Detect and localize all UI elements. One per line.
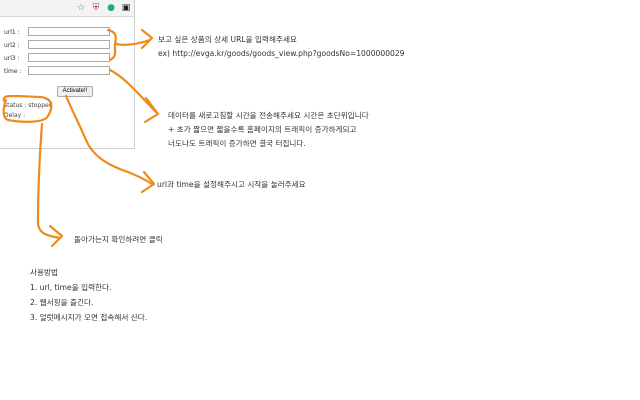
status-instruction: 돌아가는지 확인하려면 클릭	[74, 235, 163, 244]
activate-arrow	[64, 94, 156, 194]
activate-instruction: url과 time을 설정해주시고 시작을 눌러주세요	[157, 180, 306, 189]
usage-title: 사용방법	[30, 268, 58, 277]
time-arrow	[108, 68, 160, 124]
usage-step-2: 2. 웹서핑을 즐긴다.	[30, 298, 94, 307]
url-arrow	[114, 28, 154, 50]
time-warning-2: 너도나도 트래픽이 증가하면 결국 터집니다.	[168, 139, 306, 148]
usage-step-3: 3. 얼럿메시지가 오면 접속해서 산다.	[30, 313, 148, 322]
status-arrow	[36, 122, 64, 248]
annotation-strokes	[2, 28, 160, 248]
time-warning-1: + 초가 짧으면 짧을수록 홈페이지의 트래픽이 증가하게되고	[168, 125, 357, 134]
time-instruction: 데이터를 새로고침할 시간을 전송해주세요 시간은 초단위입니다	[168, 111, 369, 120]
url-instruction: 보고 싶은 상품의 상세 URL을 입력해주세요	[158, 35, 297, 44]
usage-step-1: 1. url, time을 입력한다.	[30, 283, 112, 292]
url-example: ex) http://evga.kr/goods/goods_view.php?…	[158, 49, 405, 58]
url-bracket	[106, 28, 117, 62]
status-outline	[2, 94, 53, 123]
